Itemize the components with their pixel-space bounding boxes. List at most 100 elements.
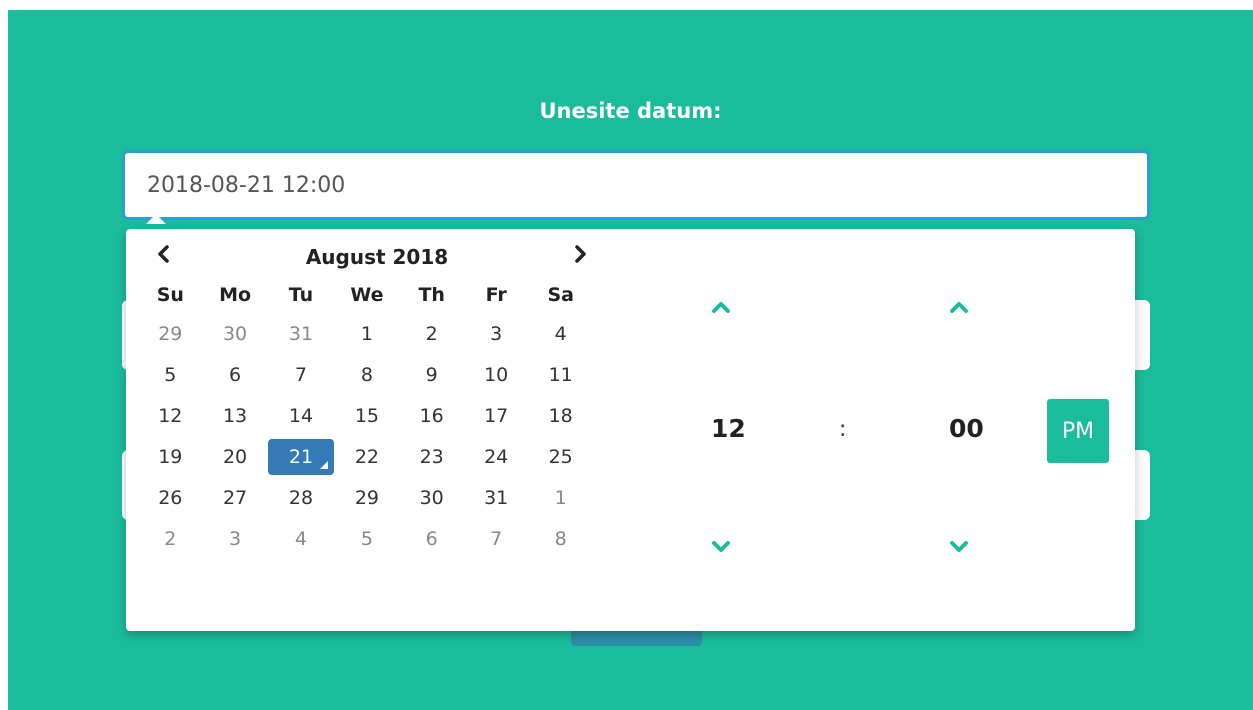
day-cell[interactable]: 3 xyxy=(203,518,268,559)
weekday-row: Su Mo Tu We Th Fr Sa xyxy=(138,277,593,313)
day-label: 29 xyxy=(354,486,380,509)
day-label: 23 xyxy=(419,445,444,468)
day-cell[interactable]: 12 xyxy=(138,395,203,436)
day-label: 2 xyxy=(164,527,177,550)
day-cell[interactable]: 22 xyxy=(334,436,399,477)
day-label: 8 xyxy=(360,363,373,386)
day-label: 31 xyxy=(484,486,509,509)
day-label: 29 xyxy=(158,322,183,345)
day-label: 25 xyxy=(548,445,573,468)
day-cell[interactable]: 26 xyxy=(138,477,203,518)
day-label: 9 xyxy=(425,363,438,386)
day-label: 10 xyxy=(484,363,509,386)
day-cell[interactable]: 25 xyxy=(528,436,593,477)
day-cell[interactable]: 1 xyxy=(528,477,593,518)
day-label: 31 xyxy=(288,322,314,345)
day-label: 20 xyxy=(222,445,248,468)
day-cell[interactable]: 4 xyxy=(528,313,593,354)
weekday-header: Tu xyxy=(288,284,314,306)
day-label: 22 xyxy=(354,445,380,468)
day-cell-selected[interactable]: 21 xyxy=(267,436,335,477)
day-cell[interactable]: 31 xyxy=(268,313,335,354)
day-label: 17 xyxy=(484,404,509,427)
day-cell[interactable]: 6 xyxy=(399,518,464,559)
day-label: 26 xyxy=(158,486,183,509)
day-cell[interactable]: 3 xyxy=(464,313,528,354)
day-cell[interactable]: 8 xyxy=(334,354,399,395)
day-cell[interactable]: 4 xyxy=(268,518,335,559)
day-label: 4 xyxy=(554,322,567,345)
day-cell[interactable]: 14 xyxy=(268,395,335,436)
day-cell[interactable]: 28 xyxy=(268,477,335,518)
day-cell[interactable]: 7 xyxy=(464,518,528,559)
day-label: 14 xyxy=(288,404,314,427)
weekday-header: Th xyxy=(418,284,445,306)
day-cell[interactable]: 2 xyxy=(399,313,464,354)
week-row: 12 13 14 15 16 17 18 xyxy=(138,395,593,436)
day-cell[interactable]: 29 xyxy=(334,477,399,518)
day-cell[interactable]: 31 xyxy=(464,477,528,518)
day-cell[interactable]: 30 xyxy=(203,313,268,354)
day-label: 5 xyxy=(360,527,373,550)
day-label: 27 xyxy=(222,486,248,509)
day-cell[interactable]: 13 xyxy=(203,395,268,436)
month-label[interactable]: August 2018 xyxy=(138,239,616,275)
day-label: 3 xyxy=(490,322,503,345)
day-label: 24 xyxy=(484,445,509,468)
day-cell[interactable]: 5 xyxy=(138,354,203,395)
chevron-up-icon[interactable] xyxy=(939,299,979,329)
date-input[interactable] xyxy=(122,150,1150,220)
hour-value[interactable]: 12 xyxy=(711,414,746,443)
day-cell[interactable]: 29 xyxy=(138,313,203,354)
day-cell[interactable]: 11 xyxy=(528,354,593,395)
period-toggle-button[interactable]: PM xyxy=(1047,399,1109,463)
day-grid: 29 30 31 1 2 3 4 5 6 7 8 9 10 11 12 13 14 15 16 17 18 19 20 21 2… xyxy=(138,313,593,559)
week-row: 29 30 31 1 2 3 4 xyxy=(138,313,593,354)
chevron-down-icon[interactable] xyxy=(939,539,979,569)
day-label: 13 xyxy=(222,404,248,427)
week-row: 2 3 4 5 6 7 8 xyxy=(138,518,593,559)
day-label: 1 xyxy=(554,486,567,509)
day-label: 7 xyxy=(294,363,308,386)
day-cell[interactable]: 8 xyxy=(528,518,593,559)
week-row: 5 6 7 8 9 10 11 xyxy=(138,354,593,395)
day-cell[interactable]: 5 xyxy=(334,518,399,559)
day-label: 8 xyxy=(554,527,567,550)
day-cell[interactable]: 15 xyxy=(334,395,399,436)
day-label: 19 xyxy=(158,445,183,468)
chevron-right-icon[interactable] xyxy=(566,239,596,275)
day-cell[interactable]: 24 xyxy=(464,436,528,477)
day-label: 6 xyxy=(229,363,242,386)
minute-value[interactable]: 00 xyxy=(949,414,984,443)
day-cell[interactable]: 23 xyxy=(399,436,464,477)
chevron-down-icon[interactable] xyxy=(701,539,741,569)
week-row: 19 20 21 22 23 24 25 xyxy=(138,436,593,477)
weekday-header: Fr xyxy=(485,284,507,306)
day-cell[interactable]: 30 xyxy=(399,477,464,518)
page-background: Unesite datum: August 2018 SuMoTuWeThFrS… xyxy=(8,10,1253,710)
chevron-up-icon[interactable] xyxy=(701,299,741,329)
day-cell[interactable]: 1 xyxy=(334,313,399,354)
day-cell[interactable]: 6 xyxy=(203,354,268,395)
day-label: 12 xyxy=(158,404,183,427)
calendar-grid: Su Mo Tu We Th Fr Sa 29 30 31 1 2 3 4 5 6 7 8 9 10 11 12 13 14… xyxy=(138,277,593,559)
day-cell[interactable]: 20 xyxy=(203,436,268,477)
day-cell[interactable]: 16 xyxy=(399,395,464,436)
day-label: 30 xyxy=(222,322,248,345)
datetime-picker-popup: August 2018 Su Mo Tu We Th Fr Sa 29 30 31 1 2 3 4 5 6 7… xyxy=(126,229,1135,631)
day-cell[interactable]: 18 xyxy=(528,395,593,436)
day-cell[interactable]: 19 xyxy=(138,436,203,477)
day-label: 18 xyxy=(548,404,573,427)
day-cell[interactable]: 10 xyxy=(464,354,528,395)
day-cell[interactable]: 9 xyxy=(399,354,464,395)
week-row: 26 27 28 29 30 31 1 xyxy=(138,477,593,518)
day-cell[interactable]: 7 xyxy=(268,354,335,395)
day-label: 6 xyxy=(425,527,438,550)
day-cell[interactable]: 17 xyxy=(464,395,528,436)
day-label: 4 xyxy=(294,527,308,550)
day-cell[interactable]: 27 xyxy=(203,477,268,518)
time-separator: : xyxy=(839,417,847,442)
day-label: 21 xyxy=(267,438,334,475)
day-cell[interactable]: 2 xyxy=(138,518,203,559)
day-label: 11 xyxy=(548,363,573,386)
